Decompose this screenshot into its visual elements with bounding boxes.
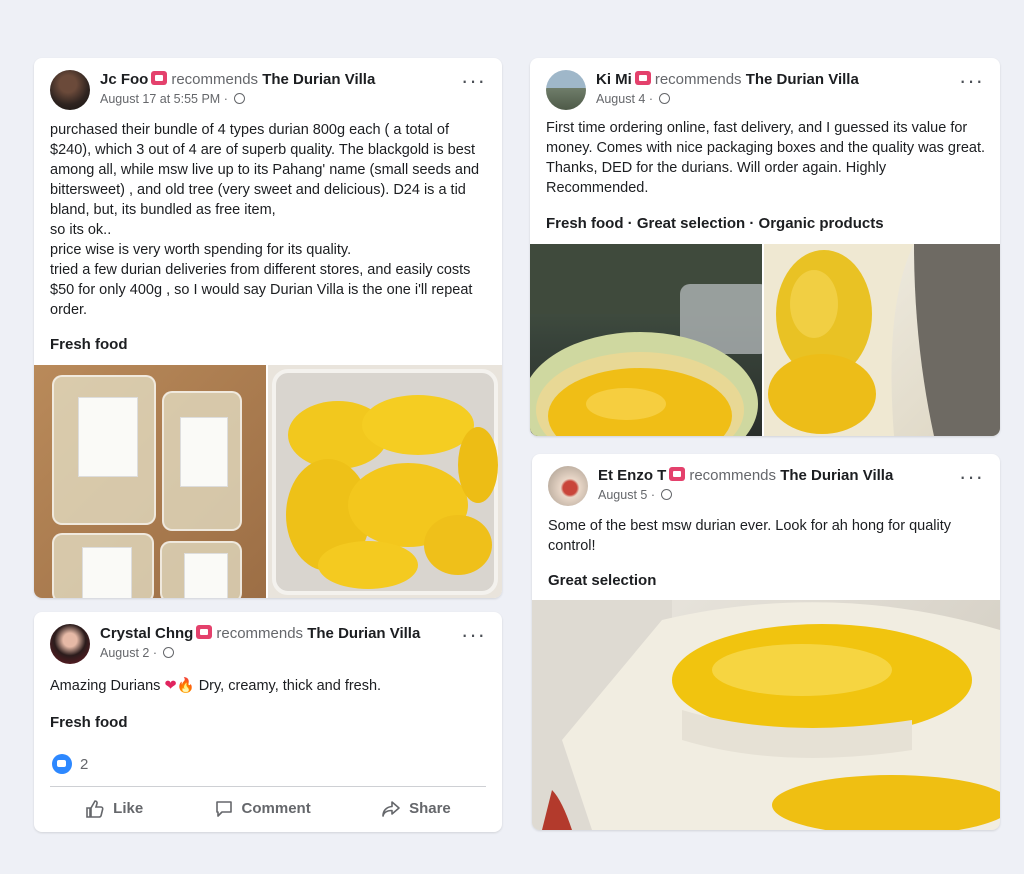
review-text: purchased their bundle of 4 types durian… — [50, 122, 480, 318]
post-date-line: August 17 at 5:55 PM · — [100, 92, 246, 106]
comment-button[interactable]: Comment — [214, 799, 311, 819]
avatar[interactable] — [546, 70, 586, 110]
author-name[interactable]: Jc Foo — [100, 71, 148, 88]
review-tags: Fresh food · Great selection · Organic p… — [546, 215, 884, 232]
post-header: Et Enzo T recommends The Durian Villa Aug… — [548, 464, 984, 508]
page-name[interactable]: The Durian Villa — [746, 71, 859, 88]
post-date[interactable]: August 5 — [598, 488, 647, 502]
comment-bubble-icon — [215, 800, 232, 817]
review-text-end: Dry, creamy, thick and fresh. — [198, 678, 382, 694]
post-header-line: Ki Mi recommends The Durian Villa — [596, 71, 859, 88]
page-name[interactable]: The Durian Villa — [780, 467, 893, 484]
recommends-label: recommends — [171, 71, 259, 88]
public-globe-icon — [659, 93, 671, 104]
post-header-line: Crystal Chng recommends The Durian Villa — [100, 625, 420, 642]
like-reaction-icon — [52, 754, 72, 774]
post-header-line: Jc Foo recommends The Durian Villa — [100, 71, 375, 88]
review-tags: Fresh food — [50, 714, 128, 731]
fire-emoji-icon: 🔥 — [176, 678, 195, 694]
recommendation-badge-icon — [669, 467, 686, 481]
comment-label: Comment — [241, 800, 311, 817]
more-options-icon[interactable]: ··· — [461, 624, 486, 646]
post-date-line: August 2 · — [100, 646, 175, 660]
recommendation-badge-icon — [196, 625, 213, 639]
like-label: Like — [113, 800, 144, 817]
recommendation-badge-icon — [151, 71, 168, 85]
review-tags: Great selection — [548, 572, 657, 589]
post-header: Ki Mi recommends The Durian Villa August … — [546, 68, 984, 112]
public-globe-icon — [661, 489, 673, 500]
photo-durian-segment[interactable] — [764, 244, 1000, 436]
post-header: Crystal Chng recommends The Durian Villa … — [50, 622, 486, 666]
recommends-label: recommends — [216, 625, 304, 642]
review-card-jc-foo: Jc Foo recommends The Durian Villa August… — [34, 58, 502, 598]
post-header: Jc Foo recommends The Durian Villa August… — [50, 68, 486, 112]
recommends-label: recommends — [689, 467, 777, 484]
page-name[interactable]: The Durian Villa — [307, 625, 420, 642]
like-thumb-icon — [86, 799, 104, 818]
review-text: Amazing Durians ❤🔥 Dry, creamy, thick an… — [50, 676, 488, 696]
review-text: Some of the best msw durian ever. Look f… — [548, 518, 952, 554]
post-actions: Like Comment Share — [50, 786, 486, 830]
recommends-label: recommends — [654, 71, 742, 88]
photo-packaging-boxes[interactable] — [34, 365, 266, 598]
review-text-start: Amazing Durians — [50, 678, 161, 694]
public-globe-icon — [163, 647, 175, 658]
review-text: First time ordering online, fast deliver… — [546, 120, 986, 196]
review-card-ki-mi: Ki Mi recommends The Durian Villa August … — [530, 58, 1000, 436]
post-date-line: August 4 · — [596, 92, 671, 106]
author-name[interactable]: Crystal Chng — [100, 625, 193, 642]
recommendation-badge-icon — [634, 71, 651, 85]
post-date-line: August 5 · — [598, 488, 673, 502]
share-label: Share — [409, 800, 451, 817]
more-options-icon[interactable]: ··· — [959, 466, 984, 488]
more-options-icon[interactable]: ··· — [959, 70, 984, 92]
author-name[interactable]: Et Enzo T — [598, 467, 666, 484]
avatar[interactable] — [50, 624, 90, 664]
share-button[interactable]: Share — [381, 799, 451, 819]
post-date[interactable]: August 2 — [100, 646, 149, 660]
review-card-crystal-chng: Crystal Chng recommends The Durian Villa … — [34, 612, 502, 832]
reaction-count: 2 — [80, 755, 89, 773]
photo-durian-flesh-box[interactable] — [268, 365, 502, 598]
heart-emoji-icon: ❤ — [164, 678, 177, 694]
photo-durian-closeup[interactable] — [532, 600, 1000, 830]
post-date[interactable]: August 17 at 5:55 PM — [100, 92, 220, 106]
post-date[interactable]: August 4 — [596, 92, 645, 106]
reaction-summary[interactable]: 2 — [52, 754, 88, 774]
review-card-et-enzo-t: Et Enzo T recommends The Durian Villa Aug… — [532, 454, 1000, 830]
share-arrow-icon — [382, 800, 400, 817]
avatar[interactable] — [548, 466, 588, 506]
like-button[interactable]: Like — [85, 799, 143, 819]
avatar[interactable] — [50, 70, 90, 110]
review-tags: Fresh food — [50, 336, 128, 353]
more-options-icon[interactable]: ··· — [461, 70, 486, 92]
photo-open-durian[interactable] — [530, 244, 762, 436]
author-name[interactable]: Ki Mi — [596, 71, 632, 88]
page-name[interactable]: The Durian Villa — [262, 71, 375, 88]
post-header-line: Et Enzo T recommends The Durian Villa — [598, 467, 893, 484]
public-globe-icon — [234, 93, 246, 104]
